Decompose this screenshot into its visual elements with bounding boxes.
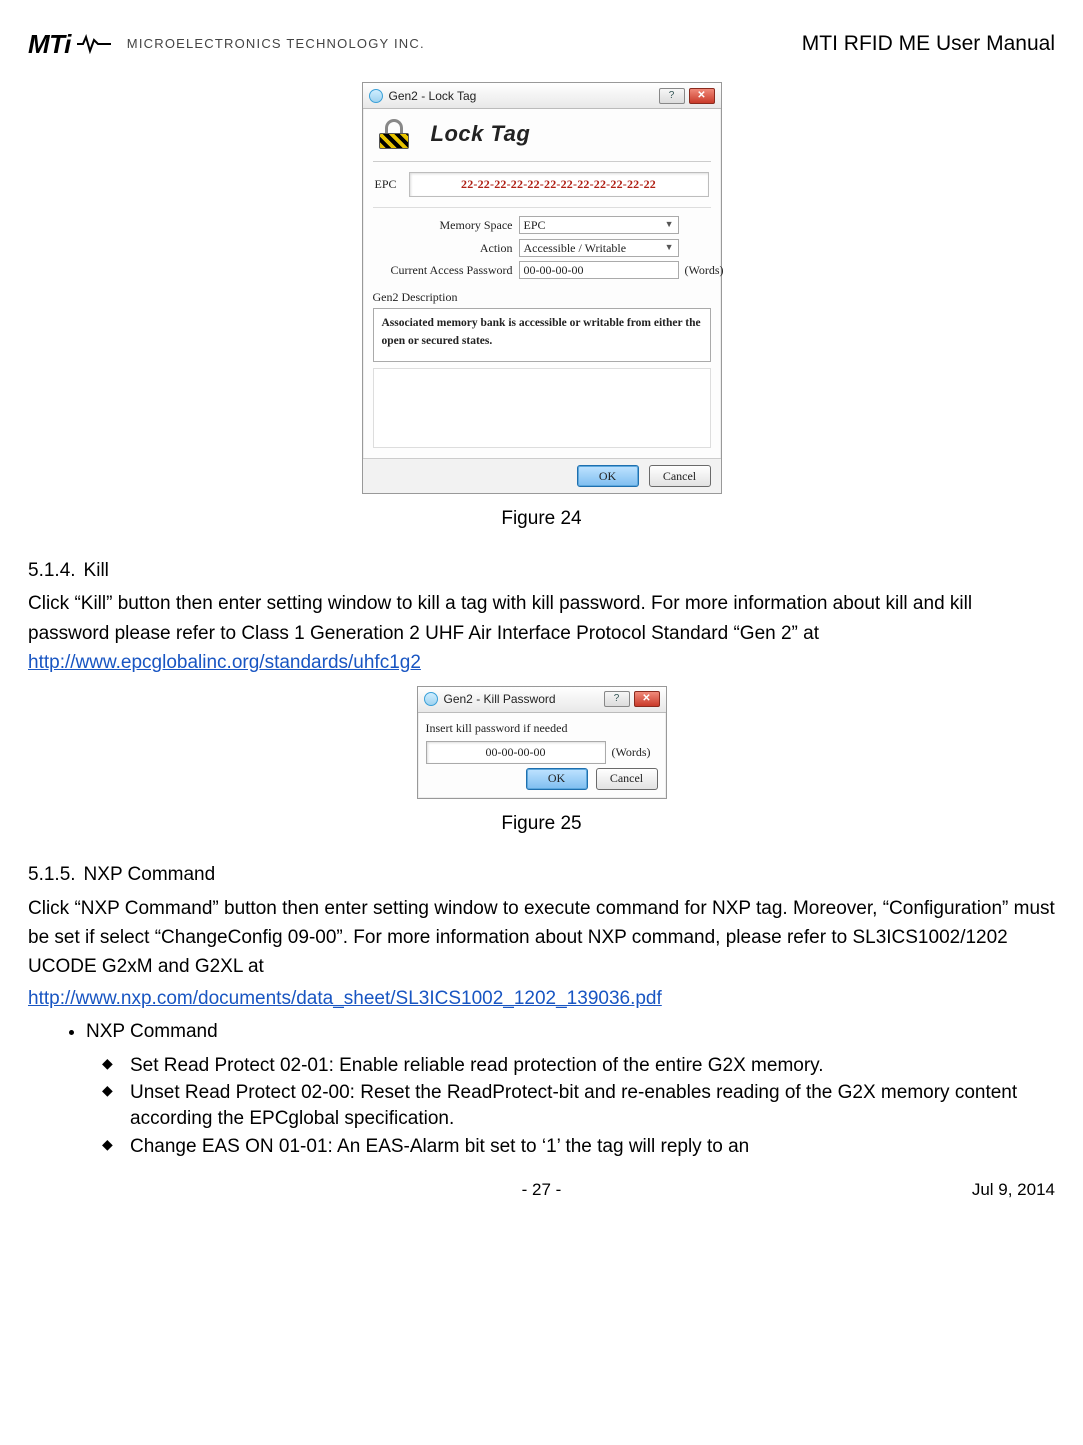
dialog-titlebar: Gen2 - Lock Tag ? ✕ [363, 83, 721, 109]
logo-text: MTi [28, 24, 71, 64]
epc-field[interactable]: 22-22-22-22-22-22-22-22-22-22-22-22 [409, 172, 709, 197]
kill-password-input[interactable]: 00-00-00-00 [426, 741, 606, 764]
app-icon [424, 692, 438, 706]
cancel-button[interactable]: Cancel [596, 768, 658, 790]
page-date: Jul 9, 2014 [972, 1177, 1055, 1203]
access-password-input[interactable]: 00-00-00-00 [519, 261, 679, 279]
page-header: MTi MICROELECTRONICS TECHNOLOGY INC. MTI… [28, 24, 1055, 64]
figure-24-wrap: Gen2 - Lock Tag ? ✕ Lock Tag EPC 22-22-2… [28, 82, 1055, 494]
gen2-description-box: Associated memory bank is accessible or … [373, 308, 711, 362]
figure-25-caption: Figure 25 [28, 809, 1055, 838]
dialog-titlebar: Gen2 - Kill Password ? ✕ [418, 687, 666, 713]
epcglobal-link[interactable]: http://www.epcglobalinc.org/standards/uh… [28, 652, 421, 673]
ok-button[interactable]: OK [577, 465, 639, 487]
ok-button[interactable]: OK [526, 768, 588, 790]
nxp-datasheet-link[interactable]: http://www.nxp.com/documents/data_sheet/… [28, 988, 662, 1009]
section-514-text: Click “Kill” button then enter setting w… [28, 593, 972, 643]
close-button[interactable]: ✕ [634, 691, 660, 707]
memory-space-label: Memory Space [373, 216, 513, 235]
list-item: Change EAS ON 01-01: An EAS-Alarm bit se… [102, 1134, 1055, 1160]
chevron-down-icon: ▼ [665, 241, 674, 255]
lock-tag-dialog: Gen2 - Lock Tag ? ✕ Lock Tag EPC 22-22-2… [362, 82, 722, 494]
action-value: Accessible / Writable [524, 239, 627, 258]
kill-password-dialog: Gen2 - Kill Password ? ✕ Insert kill pas… [417, 686, 667, 799]
logo-subtext: MICROELECTRONICS TECHNOLOGY INC. [127, 34, 425, 54]
section-515-number: 5.1.5. [28, 860, 76, 889]
app-icon [369, 89, 383, 103]
section-515-paragraph: Click “NXP Command” button then enter se… [28, 894, 1055, 982]
action-label: Action [373, 239, 513, 258]
figure-25-wrap: Gen2 - Kill Password ? ✕ Insert kill pas… [28, 686, 1055, 799]
dialog-heading: Lock Tag [431, 117, 531, 151]
kill-password-prompt: Insert kill password if needed [426, 719, 658, 738]
list-item: NXP Command Set Read Protect 02-01: Enab… [86, 1017, 1055, 1159]
dialog-title: Gen2 - Lock Tag [389, 87, 477, 106]
close-button[interactable]: ✕ [689, 88, 715, 104]
gen2-description-label: Gen2 Description [373, 286, 711, 307]
figure-24-caption: Figure 24 [28, 504, 1055, 533]
access-password-unit: (Words) [685, 261, 725, 280]
memory-space-value: EPC [524, 216, 546, 235]
section-514-title: Kill [84, 556, 109, 585]
empty-panel [373, 368, 711, 448]
chevron-down-icon: ▼ [665, 218, 674, 232]
pulse-icon [77, 34, 111, 54]
access-password-label: Current Access Password [373, 261, 513, 280]
page-number: - 27 - [522, 1177, 562, 1203]
help-button[interactable]: ? [604, 691, 630, 707]
kill-password-unit: (Words) [612, 743, 658, 762]
cancel-button[interactable]: Cancel [649, 465, 711, 487]
list-item: Unset Read Protect 02-00: Reset the Read… [102, 1080, 1055, 1131]
company-logo: MTi MICROELECTRONICS TECHNOLOGY INC. [28, 24, 425, 64]
memory-space-select[interactable]: EPC ▼ [519, 216, 679, 234]
section-514-paragraph: Click “Kill” button then enter setting w… [28, 589, 1055, 677]
section-514-number: 5.1.4. [28, 556, 76, 585]
list-item-label: NXP Command [86, 1021, 218, 1042]
section-515-title: NXP Command [84, 860, 216, 889]
lock-icon [377, 119, 413, 149]
action-select[interactable]: Accessible / Writable ▼ [519, 239, 679, 257]
epc-label: EPC [375, 175, 397, 194]
help-button[interactable]: ? [659, 88, 685, 104]
document-title: MTI RFID ME User Manual [802, 28, 1055, 61]
list-item: Set Read Protect 02-01: Enable reliable … [102, 1053, 1055, 1079]
dialog-title: Gen2 - Kill Password [444, 690, 556, 709]
